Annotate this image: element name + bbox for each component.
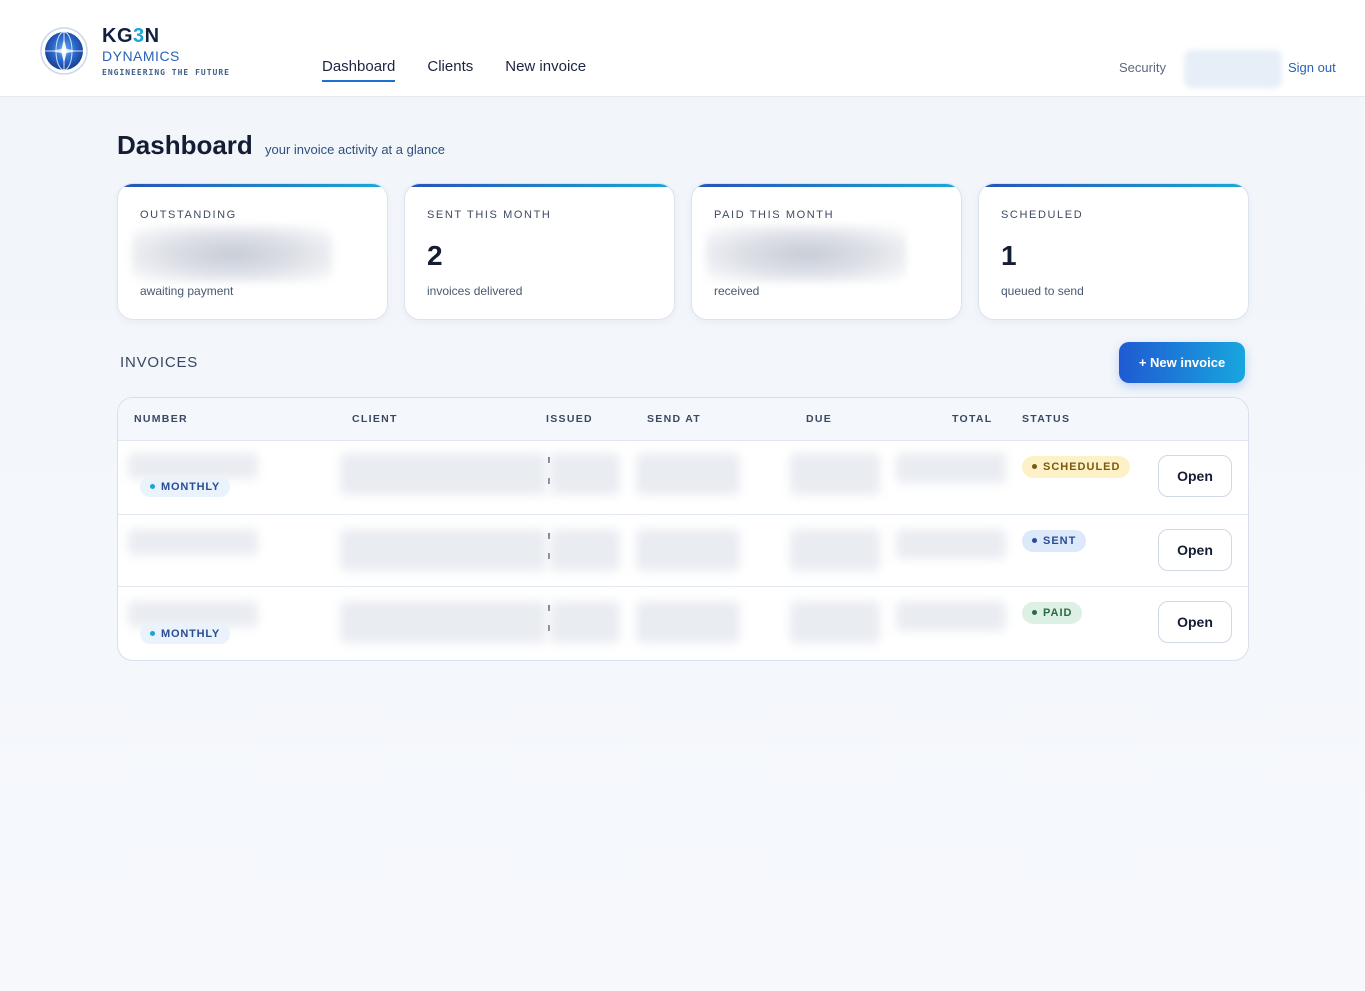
globe-compass-icon: [40, 27, 88, 75]
total-redacted: [896, 529, 1006, 559]
open-invoice-button[interactable]: Open: [1158, 601, 1232, 643]
tag-dot-icon: [150, 630, 155, 636]
nav-clients[interactable]: Clients: [427, 58, 473, 82]
brand-tagline: ENGINEERING THE FUTURE: [102, 68, 230, 77]
stat-card-footer: queued to send: [1001, 284, 1084, 298]
send-at-redacted: [636, 529, 740, 571]
user-account-redacted[interactable]: [1184, 50, 1282, 88]
total-redacted: [896, 601, 1006, 631]
stat-card-footer: awaiting payment: [140, 284, 234, 298]
client-redacted: [340, 601, 546, 643]
invoice-number-redacted: [128, 453, 258, 479]
status-badge: SCHEDULED: [1022, 456, 1131, 478]
stat-card-label: OUTSTANDING: [140, 209, 237, 221]
invoices-table: NUMBER CLIENT ISSUED SEND AT DUE TOTAL S…: [117, 397, 1249, 661]
stat-card-label: PAID THIS MONTH: [714, 209, 835, 221]
stat-card-label: SCHEDULED: [1001, 209, 1084, 221]
column-header-issued[interactable]: ISSUED: [546, 413, 593, 425]
send-at-redacted: [636, 601, 740, 643]
stat-card-sent-this-month: SENT THIS MONTH 2 invoices delivered: [404, 183, 675, 320]
nav-new-invoice[interactable]: New invoice: [505, 58, 586, 82]
table-header: NUMBER CLIENT ISSUED SEND AT DUE TOTAL S…: [118, 398, 1248, 441]
column-header-total[interactable]: TOTAL: [952, 413, 993, 425]
total-redacted: [896, 453, 1006, 483]
stat-card-paid-this-month: PAID THIS MONTH received: [691, 183, 962, 320]
sign-out-link[interactable]: Sign out: [1288, 60, 1336, 75]
brand-name: KG3N: [102, 25, 160, 47]
page-title: Dashboard: [117, 130, 253, 160]
open-invoice-button[interactable]: Open: [1158, 529, 1232, 571]
due-date-redacted: [790, 453, 880, 495]
top-navigation-bar: KG3N DYNAMICS ENGINEERING THE FUTURE Das…: [0, 0, 1365, 97]
nav-dashboard[interactable]: Dashboard: [322, 58, 396, 82]
table-row[interactable]: MONTHLY PAID Open: [118, 587, 1248, 660]
column-header-due[interactable]: DUE: [806, 413, 832, 425]
open-invoice-button[interactable]: Open: [1158, 455, 1232, 497]
issued-date-redacted: [550, 453, 620, 495]
recurrence-tag: MONTHLY: [140, 624, 230, 644]
stat-card-value-redacted: [132, 226, 332, 282]
status-dot-icon: [1032, 609, 1037, 615]
client-redacted: [340, 453, 546, 495]
security-link[interactable]: Security: [1119, 60, 1166, 75]
tag-dot-icon: [150, 483, 155, 489]
issued-date-redacted: [550, 601, 620, 643]
status-dot-icon: [1032, 537, 1037, 543]
stat-card-outstanding: OUTSTANDING awaiting payment: [117, 183, 388, 320]
invoice-number-redacted: [128, 529, 258, 555]
main-nav: Dashboard Clients New invoice: [322, 58, 586, 82]
page-subtitle: your invoice activity at a glance: [265, 142, 445, 157]
status-dot-icon: [1032, 463, 1037, 469]
due-date-redacted: [790, 601, 880, 643]
stat-card-footer: received: [714, 284, 760, 298]
stat-card-value: 1: [1001, 240, 1017, 271]
client-redacted: [340, 529, 546, 571]
status-badge: PAID: [1022, 602, 1083, 624]
brand-subtitle: DYNAMICS: [102, 48, 180, 64]
new-invoice-button[interactable]: + New invoice: [1119, 342, 1245, 383]
invoices-section-title: INVOICES: [120, 354, 199, 371]
stat-card-label: SENT THIS MONTH: [427, 209, 552, 221]
column-header-client[interactable]: CLIENT: [352, 413, 398, 425]
stat-card-value: 2: [427, 240, 443, 271]
table-row[interactable]: MONTHLY SCHEDULED Open: [118, 441, 1248, 515]
issued-date-redacted: [550, 529, 620, 571]
stat-card-footer: invoices delivered: [427, 284, 523, 298]
send-at-redacted: [636, 453, 740, 495]
stat-card-value-redacted: [706, 226, 906, 282]
status-badge: SENT: [1022, 530, 1087, 552]
column-header-status[interactable]: STATUS: [1022, 413, 1070, 425]
stat-card-scheduled: SCHEDULED 1 queued to send: [978, 183, 1249, 320]
due-date-redacted: [790, 529, 880, 571]
table-row[interactable]: SENT Open: [118, 515, 1248, 587]
column-header-number[interactable]: NUMBER: [134, 413, 188, 425]
recurrence-tag: MONTHLY: [140, 477, 230, 497]
column-header-send-at[interactable]: SEND AT: [647, 413, 701, 425]
